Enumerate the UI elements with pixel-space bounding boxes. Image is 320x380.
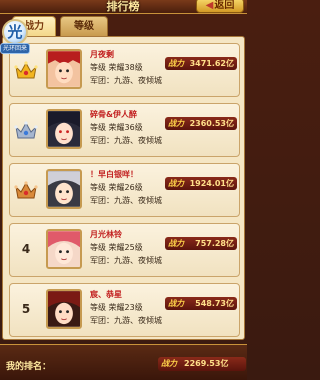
player-level: 等级 荣耀25级: [90, 243, 143, 252]
power-label: 战力: [168, 179, 184, 188]
title-bar: 排行榜 ◀返回: [0, 0, 247, 14]
ranking-item-5[interactable]: 5 宸、恭星 等级 荣耀23级 军团：九游、夜倾城 战力 548.73亿: [9, 283, 240, 337]
power-badge: 战力 3471.62亿: [165, 57, 237, 70]
player-army: 军团：九游、夜倾城: [90, 196, 162, 205]
power-label: 战力: [168, 239, 184, 248]
ranking-item-3[interactable]: ！早白银咩！ 等级 荣耀26级 军团：九游、夜倾城 战力 1924.01亿: [9, 163, 240, 217]
power-value: 757.28亿: [195, 239, 234, 248]
player-name: 宸、恭星: [90, 290, 122, 299]
my-power-badge: 战力 2269.53亿: [158, 357, 246, 371]
player-name: 碎骨&伊人醉: [90, 110, 137, 119]
silver-crown-icon: [14, 121, 38, 139]
ranking-item-4[interactable]: 4 月光林铃 等级 荣耀25级 军团：九游、夜倾城 战力 757.28亿: [9, 223, 240, 277]
hero-portrait-icon: [48, 51, 80, 87]
back-label: 返回: [214, 0, 235, 11]
hero-portrait-icon: [48, 231, 80, 267]
ranking-item-2[interactable]: 碎骨&伊人醉 等级 荣耀36级 军团：九游、夜倾城 战力 2360.53亿: [9, 103, 240, 157]
page-title: 排行榜: [106, 0, 140, 13]
my-power-value: 2269.53亿: [184, 359, 229, 368]
power-label: 战力: [168, 59, 184, 68]
back-button[interactable]: ◀返回: [196, 0, 244, 13]
player-level: 等级 荣耀36级: [90, 123, 143, 132]
rank-number: 4: [21, 242, 31, 256]
power-badge: 战力 2360.53亿: [165, 117, 237, 130]
ranking-list: 月夜剩 等级 荣耀38级 军团：九游、夜倾城 战力 3471.62亿 碎骨&伊人…: [2, 36, 245, 340]
my-rank-label: 我的排名：: [6, 362, 52, 372]
rank-slot: [14, 176, 38, 204]
player-level: 等级 荣耀38级: [90, 63, 143, 72]
power-label: 战力: [168, 119, 184, 128]
player-name: ！早白银咩！: [90, 170, 138, 179]
hero-portrait-icon: [48, 111, 80, 147]
power-value: 548.73亿: [195, 299, 234, 308]
avatar: [46, 49, 82, 89]
rank-slot: 4: [14, 236, 38, 264]
rank-slot: [14, 56, 38, 84]
rank-number: 5: [21, 302, 31, 316]
power-value: 3471.62亿: [189, 59, 234, 68]
power-badge: 战力 757.28亿: [165, 237, 237, 250]
gold-crown-icon: [14, 61, 38, 79]
player-army: 军团：九游、夜倾城: [90, 136, 162, 145]
ranking-item-1[interactable]: 月夜剩 等级 荣耀38级 军团：九游、夜倾城 战力 3471.62亿: [9, 43, 240, 97]
guang-badge-label: 光环回来: [0, 43, 30, 54]
player-army: 军团：九游、夜倾城: [90, 256, 162, 265]
power-value: 2360.53亿: [189, 119, 234, 128]
player-name: 月光林铃: [90, 230, 122, 239]
rank-slot: 5: [14, 296, 38, 324]
tab-level[interactable]: 等级: [60, 16, 108, 36]
player-army: 军团：九游、夜倾城: [90, 76, 162, 85]
guang-badge-icon: 光: [2, 19, 28, 45]
power-badge: 战力 548.73亿: [165, 297, 237, 310]
my-power-label: 战力: [161, 359, 177, 368]
player-level: 等级 荣耀23级: [90, 303, 143, 312]
rank-slot: [14, 116, 38, 144]
power-badge: 战力 1924.01亿: [165, 177, 237, 190]
avatar: [46, 229, 82, 269]
guang-badge[interactable]: 光 光环回来: [0, 19, 30, 55]
hero-portrait-icon: [48, 171, 80, 207]
power-value: 1924.01亿: [189, 179, 234, 188]
player-army: 军团：九游、夜倾城: [90, 316, 162, 325]
avatar: [46, 169, 82, 209]
my-rank-bar: 我的排名： 战力 2269.53亿: [0, 344, 247, 380]
avatar: [46, 289, 82, 329]
player-level: 等级 荣耀26级: [90, 183, 143, 192]
hero-portrait-icon: [48, 291, 80, 327]
power-label: 战力: [168, 299, 184, 308]
bronze-crown-icon: [14, 181, 38, 199]
back-arrow-icon: ◀: [205, 0, 214, 11]
player-name: 月夜剩: [90, 50, 114, 59]
avatar: [46, 109, 82, 149]
